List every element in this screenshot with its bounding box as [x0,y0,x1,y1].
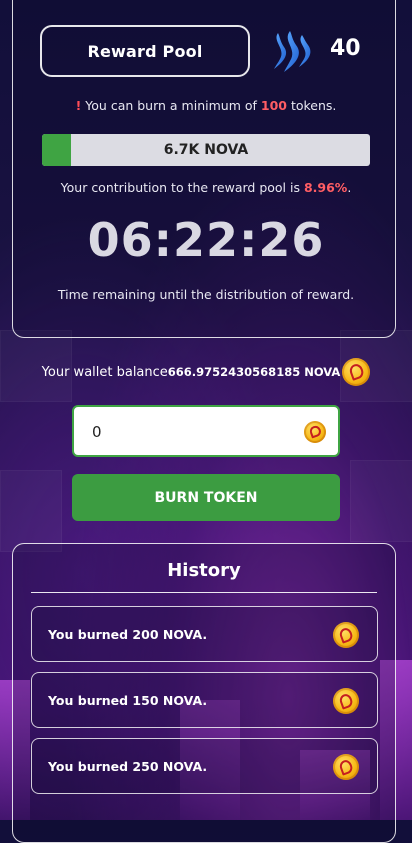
steem-logo-icon [274,31,311,72]
countdown-timer: 06:22:26 [87,213,325,267]
history-item: You burned 150 NOVA. [31,672,378,728]
history-divider [31,592,377,593]
history-panel: History You burned 200 NOVA. You burned … [12,543,396,843]
progress-label: 6.7K NOVA [163,142,249,158]
history-item: You burned 250 NOVA. [31,738,378,794]
burn-token-button[interactable]: BURN TOKEN [72,474,340,521]
nova-coin-icon [333,754,359,780]
timer-caption: Time remaining until the distribution of… [57,287,355,302]
warning-icon: ! [75,98,82,113]
history-item-text: You burned 200 NOVA. [48,626,208,642]
notice-suffix: tokens. [286,98,337,113]
nova-coin-icon [333,688,359,714]
wallet-balance: Your wallet balance 666.9752430568185 NOV… [0,358,412,386]
contribution-text: Your contribution to the reward pool is … [0,180,412,195]
reward-pool-button[interactable]: Reward Pool [40,25,250,77]
wallet-label: Your wallet balance [41,364,168,380]
notice-minimum: 100 [260,98,287,113]
nova-coin-icon [342,358,371,386]
steem-count: 40 [330,36,361,61]
history-item-text: You burned 250 NOVA. [48,758,208,774]
nova-coin-icon [333,622,359,648]
burn-amount-input[interactable] [90,407,294,457]
notice-prefix: You can burn a minimum of [85,98,261,113]
history-title: History [167,560,241,581]
contribution-percent: 8.96% [303,180,348,195]
history-item: You burned 200 NOVA. [31,606,378,662]
minimum-burn-notice: ! You can burn a minimum of 100 tokens. [0,98,412,113]
reward-pool-progress-bar: 6.7K NOVA [42,134,370,166]
nova-coin-icon [304,421,326,443]
burn-amount-field [72,405,340,457]
contribution-prefix: Your contribution to the reward pool is [60,180,304,195]
contribution-suffix: . [347,180,352,195]
reward-pool-label: Reward Pool [87,41,203,61]
wallet-amount: 666.9752430568185 NOVA [167,365,341,379]
history-item-text: You burned 150 NOVA. [48,692,208,708]
